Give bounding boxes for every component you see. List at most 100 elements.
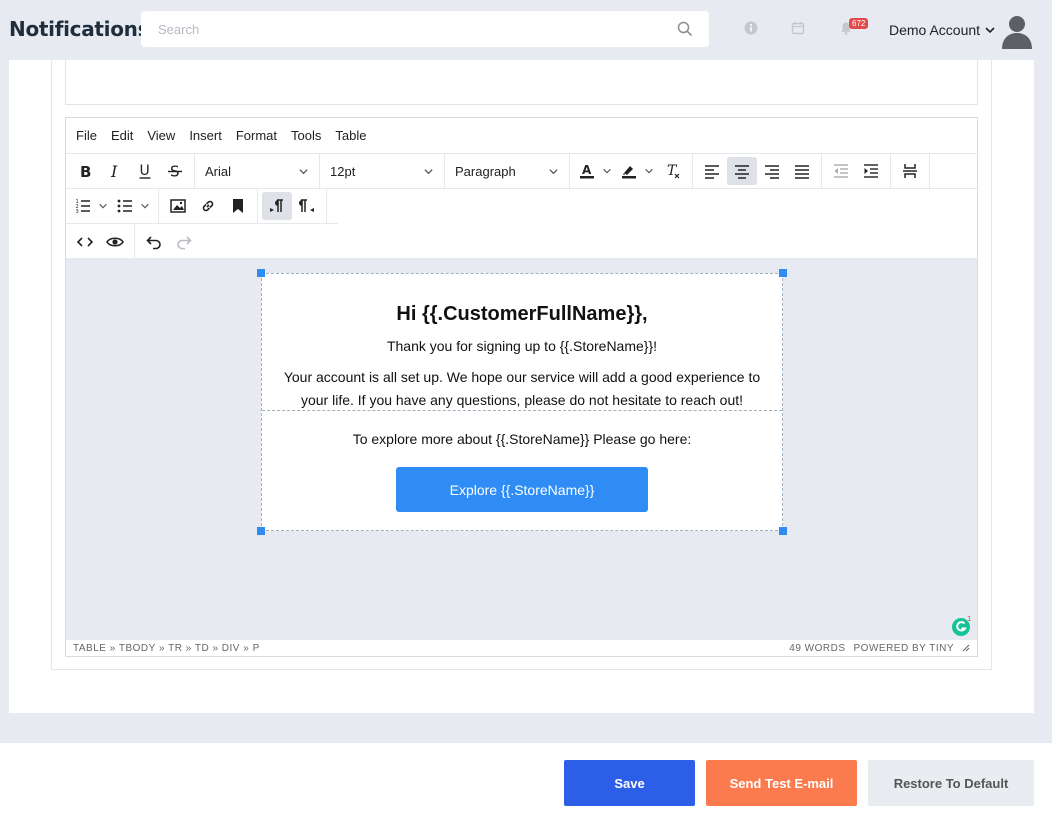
justify-button[interactable]: [787, 157, 817, 185]
rtl-button[interactable]: [292, 192, 322, 220]
page-break-icon: [903, 164, 917, 178]
restore-default-button[interactable]: Restore To Default: [868, 760, 1034, 806]
send-test-email-button[interactable]: Send Test E-mail: [706, 760, 857, 806]
info-icon[interactable]: [743, 20, 759, 36]
editor-statusbar: TABLE » TBODY » TR » TD » DIV » P 49 WOR…: [66, 640, 977, 656]
menu-view[interactable]: View: [147, 128, 175, 143]
main-card: File Edit View Insert Format Tools Table…: [9, 60, 1034, 713]
page-break-group: [891, 154, 930, 188]
menu-tools[interactable]: Tools: [291, 128, 321, 143]
calendar-icon[interactable]: [790, 20, 806, 36]
outdent-button[interactable]: [826, 157, 856, 185]
font-family-select[interactable]: Arial: [195, 154, 320, 188]
grammarly-count: 1: [967, 615, 971, 623]
outdent-icon: [834, 164, 848, 178]
search-icon[interactable]: [677, 21, 693, 37]
svg-text:A: A: [582, 163, 592, 177]
highlight-color-button[interactable]: [616, 157, 658, 185]
bookmark-button[interactable]: [223, 192, 253, 220]
text-color-button[interactable]: A: [574, 157, 616, 185]
grammarly-icon[interactable]: 1: [951, 615, 973, 637]
font-size-value: 12pt: [330, 163, 356, 179]
menu-insert[interactable]: Insert: [189, 128, 222, 143]
resize-handle-top-right[interactable]: [779, 269, 787, 277]
numbered-list-button[interactable]: 123: [70, 192, 112, 220]
email-template-table[interactable]: Hi {{.CustomerFullName}}, Thank you for …: [261, 273, 783, 531]
bookmark-icon: [233, 199, 243, 213]
color-group: A T: [570, 154, 693, 188]
block-format-select[interactable]: Paragraph: [445, 154, 570, 188]
resize-handle-bottom-left[interactable]: [257, 527, 265, 535]
insert-group: [159, 189, 258, 223]
bold-button[interactable]: B: [70, 157, 100, 185]
bullet-list-button[interactable]: [112, 192, 154, 220]
italic-icon: I: [110, 162, 118, 180]
clear-format-icon: T: [667, 163, 680, 179]
menu-format[interactable]: Format: [236, 128, 277, 143]
numbered-list-icon: 123: [76, 199, 90, 215]
redo-button[interactable]: [169, 228, 199, 256]
italic-button[interactable]: I: [100, 157, 130, 185]
avatar[interactable]: [1000, 13, 1034, 49]
toolbar-row-1: B I U S Arial 12pt Paragraph A T: [66, 154, 977, 189]
align-center-icon: [735, 165, 749, 179]
align-right-button[interactable]: [757, 157, 787, 185]
indent-group: [822, 154, 891, 188]
ltr-button[interactable]: [262, 192, 292, 220]
svg-text:I: I: [110, 162, 118, 180]
account-menu[interactable]: Demo Account: [889, 22, 996, 38]
chevron-down-icon: [99, 203, 107, 209]
search-box[interactable]: [141, 11, 709, 47]
resize-handle-bottom-right[interactable]: [779, 527, 787, 535]
undo-icon: [146, 235, 161, 249]
explore-text: To explore more about {{.StoreName}} Ple…: [352, 431, 692, 447]
top-header: Notifications 672 Demo Account: [0, 0, 1052, 60]
align-left-icon: [705, 165, 719, 179]
insert-link-button[interactable]: [193, 192, 223, 220]
highlighter-icon: [622, 166, 636, 179]
resize-handle-top-left[interactable]: [257, 269, 265, 277]
strikethrough-button[interactable]: S: [160, 157, 190, 185]
link-icon: [202, 200, 214, 212]
menu-edit[interactable]: Edit: [111, 128, 133, 143]
chevron-down-icon: [299, 168, 308, 174]
menu-table[interactable]: Table: [335, 128, 366, 143]
align-right-icon: [765, 165, 779, 179]
undo-button[interactable]: [139, 228, 169, 256]
chevron-down-icon: [645, 168, 653, 174]
preview-button[interactable]: [100, 228, 130, 256]
ltr-icon: [270, 199, 283, 212]
block-format-value: Paragraph: [455, 163, 516, 179]
editor-menubar: File Edit View Insert Format Tools Table: [66, 118, 977, 154]
clear-formatting-button[interactable]: T: [658, 157, 688, 185]
explore-store-button[interactable]: Explore {{.StoreName}}: [396, 467, 648, 512]
powered-by[interactable]: POWERED BY TINY: [854, 643, 954, 654]
source-code-button[interactable]: [70, 228, 100, 256]
underline-button[interactable]: U: [130, 157, 160, 185]
previous-field-box[interactable]: [65, 60, 978, 105]
search-input[interactable]: [141, 11, 709, 47]
insert-image-button[interactable]: [163, 192, 193, 220]
align-left-button[interactable]: [697, 157, 727, 185]
save-button[interactable]: Save: [564, 760, 695, 806]
font-size-select[interactable]: 12pt: [320, 154, 445, 188]
chevron-down-icon: [549, 168, 558, 174]
redo-icon: [177, 235, 192, 249]
alignment-group: [693, 154, 822, 188]
word-count[interactable]: 49 WORDS: [789, 643, 845, 654]
history-group: [135, 224, 203, 259]
element-path[interactable]: TABLE » TBODY » TR » TD » DIV » P: [73, 643, 260, 654]
bullet-list-icon: [117, 199, 132, 213]
chevron-down-icon: [424, 168, 433, 174]
editor-canvas[interactable]: Hi {{.CustomerFullName}}, Thank you for …: [66, 258, 977, 640]
svg-text:3: 3: [76, 209, 79, 215]
bold-icon: B: [80, 163, 91, 180]
align-center-button[interactable]: [727, 157, 757, 185]
thanks-text: Thank you for signing up to {{.StoreName…: [386, 338, 658, 354]
indent-button[interactable]: [856, 157, 886, 185]
rich-text-editor: File Edit View Insert Format Tools Table…: [65, 117, 978, 657]
page-break-button[interactable]: [895, 157, 925, 185]
menu-file[interactable]: File: [76, 128, 97, 143]
body-paragraph: Your account is all set up. We hope our …: [283, 369, 761, 408]
resize-grip-icon[interactable]: [962, 644, 970, 652]
